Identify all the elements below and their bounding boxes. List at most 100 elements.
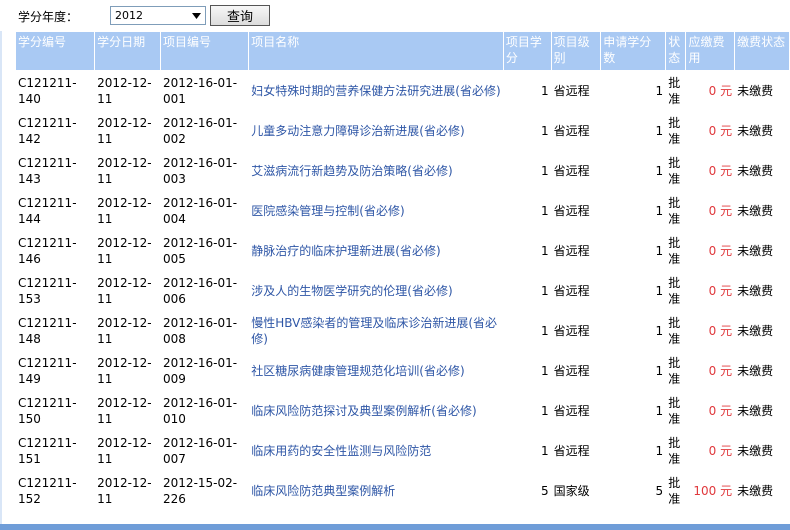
year-label: 学分年度： [18, 10, 79, 24]
cell-credit: 5 [540, 483, 549, 498]
cell-date: 2012-12-11 [97, 435, 152, 466]
cell-pay-status: 未缴费 [737, 323, 774, 338]
cell-req-credit: 5 [655, 483, 664, 498]
project-name-link[interactable]: 涉及人的生物医学研究的伦理(省必修) [249, 271, 503, 310]
cell-fee: 0 元 [708, 203, 733, 218]
table-row: C121211-152 2012-12-11 2012-15-02-226 临床… [16, 471, 789, 510]
table-row: C121211-140 2012-12-11 2012-16-01-001 妇女… [16, 71, 789, 110]
cell-code: C121211-144 [18, 195, 77, 226]
cell-level: 省远程 [553, 443, 590, 458]
cell-project-no: 2012-16-01-010 [163, 395, 238, 426]
cell-fee: 0 元 [708, 283, 733, 298]
project-name-link[interactable]: 临床风险防范典型案例解析 [249, 471, 503, 510]
cell-req-credit: 1 [655, 403, 664, 418]
chevron-down-icon[interactable] [189, 8, 204, 23]
cell-code: C121211-152 [18, 475, 77, 506]
cell-status: 批准 [668, 115, 681, 146]
cell-req-credit: 1 [655, 443, 664, 458]
table-row: C121211-148 2012-12-11 2012-16-01-008 慢性… [16, 311, 789, 350]
table-row: C121211-149 2012-12-11 2012-16-01-009 社区… [16, 351, 789, 390]
col-header-date: 学分日期 [95, 32, 161, 70]
cell-fee: 0 元 [708, 163, 733, 178]
cell-pay-status: 未缴费 [737, 83, 774, 98]
year-select[interactable]: 2012 [110, 6, 206, 25]
cell-date: 2012-12-11 [97, 395, 152, 426]
cell-pay-status: 未缴费 [737, 403, 774, 418]
cell-code: C121211-149 [18, 355, 77, 386]
cell-status: 批准 [668, 75, 681, 106]
col-header-code: 学分编号 [16, 32, 95, 70]
cell-fee: 0 元 [708, 323, 733, 338]
cell-project-no: 2012-15-02-226 [163, 475, 238, 506]
project-name-link[interactable]: 临床风险防范探讨及典型案例解析(省必修) [249, 391, 503, 430]
cell-credit: 1 [540, 243, 549, 258]
cell-project-no: 2012-16-01-001 [163, 75, 238, 106]
cell-pay-status: 未缴费 [737, 123, 774, 138]
cell-level: 省远程 [553, 403, 590, 418]
col-header-fee: 应缴费用 [686, 32, 735, 70]
cell-date: 2012-12-11 [97, 275, 152, 306]
cell-status: 批准 [668, 395, 681, 426]
cell-credit: 1 [540, 163, 549, 178]
cell-status: 批准 [668, 315, 681, 346]
cell-project-no: 2012-16-01-007 [163, 435, 238, 466]
project-name-link[interactable]: 静脉治疗的临床护理新进展(省必修) [249, 231, 503, 270]
year-select-value: 2012 [115, 9, 143, 22]
cell-level: 省远程 [553, 243, 590, 258]
cell-fee: 0 元 [708, 83, 733, 98]
filter-bar: 学分年度： 2012 查询 [0, 0, 790, 31]
cell-credit: 1 [540, 443, 549, 458]
col-header-pay-status: 缴费状态 [735, 32, 789, 70]
cell-code: C121211-153 [18, 275, 77, 306]
project-name-link[interactable]: 医院感染管理与控制(省必修) [249, 191, 503, 230]
cell-level: 省远程 [553, 163, 590, 178]
cell-project-no: 2012-16-01-005 [163, 235, 238, 266]
cell-level: 省远程 [553, 203, 590, 218]
cell-date: 2012-12-11 [97, 195, 152, 226]
cell-req-credit: 1 [655, 323, 664, 338]
project-name-link[interactable]: 社区糖尿病健康管理规范化培训(省必修) [249, 351, 503, 390]
cell-fee: 0 元 [708, 403, 733, 418]
cell-fee: 100 元 [693, 483, 733, 498]
query-button[interactable]: 查询 [210, 5, 270, 26]
project-name-link[interactable]: 慢性HBV感染者的管理及临床诊治新进展(省必修) [249, 311, 503, 350]
credit-table: 学分编号 学分日期 项目编号 项目名称 项目学分 项目级别 申请学分数 状态 应… [15, 31, 790, 511]
cell-req-credit: 1 [655, 83, 664, 98]
cell-date: 2012-12-11 [97, 475, 152, 506]
footer-bar [0, 524, 790, 530]
project-name-link[interactable]: 艾滋病流行新趋势及防治策略(省必修) [249, 151, 503, 190]
cell-pay-status: 未缴费 [737, 283, 774, 298]
cell-date: 2012-12-11 [97, 155, 152, 186]
project-name-link[interactable]: 儿童多动注意力障碍诊治新进展(省必修) [249, 111, 503, 150]
cell-req-credit: 1 [655, 163, 664, 178]
cell-date: 2012-12-11 [97, 355, 152, 386]
left-edge [0, 31, 2, 524]
col-header-status: 状态 [666, 32, 686, 70]
col-header-level: 项目级别 [551, 32, 601, 70]
cell-status: 批准 [668, 235, 681, 266]
cell-level: 省远程 [553, 323, 590, 338]
cell-pay-status: 未缴费 [737, 163, 774, 178]
table-row: C121211-146 2012-12-11 2012-16-01-005 静脉… [16, 231, 789, 270]
project-name-link[interactable]: 临床用药的安全性监测与风险防范 [249, 431, 503, 470]
cell-fee: 0 元 [708, 363, 733, 378]
cell-level: 省远程 [553, 283, 590, 298]
col-header-project-name: 项目名称 [249, 32, 503, 70]
cell-credit: 1 [540, 83, 549, 98]
project-name-link[interactable]: 妇女特殊时期的营养保健方法研究进展(省必修) [249, 71, 503, 110]
table-row: C121211-142 2012-12-11 2012-16-01-002 儿童… [16, 111, 789, 150]
cell-level: 国家级 [553, 483, 590, 498]
cell-credit: 1 [540, 203, 549, 218]
cell-pay-status: 未缴费 [737, 363, 774, 378]
cell-req-credit: 1 [655, 203, 664, 218]
cell-project-no: 2012-16-01-003 [163, 155, 238, 186]
cell-req-credit: 1 [655, 363, 664, 378]
table-row: C121211-143 2012-12-11 2012-16-01-003 艾滋… [16, 151, 789, 190]
cell-date: 2012-12-11 [97, 315, 152, 346]
cell-date: 2012-12-11 [97, 75, 152, 106]
cell-pay-status: 未缴费 [737, 243, 774, 258]
cell-status: 批准 [668, 155, 681, 186]
cell-req-credit: 1 [655, 243, 664, 258]
cell-pay-status: 未缴费 [737, 443, 774, 458]
cell-project-no: 2012-16-01-006 [163, 275, 238, 306]
